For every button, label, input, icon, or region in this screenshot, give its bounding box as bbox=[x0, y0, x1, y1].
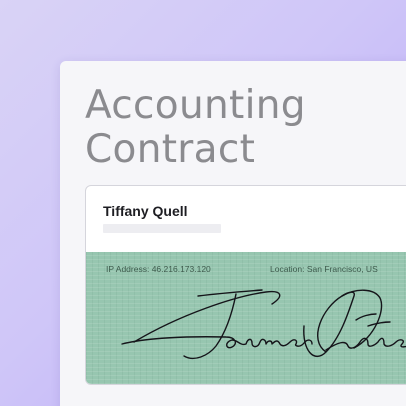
ip-address-value: 46.216.173.120 bbox=[151, 264, 211, 274]
signer-detail-placeholder bbox=[103, 224, 221, 233]
ip-address-line: IP Address: 46.216.173.120 bbox=[106, 264, 211, 274]
location-line: Location: San Francisco, US bbox=[270, 264, 378, 274]
location-label: Location: bbox=[270, 264, 305, 274]
document-title: Accounting Contract bbox=[85, 84, 306, 172]
signature-card: Tiffany Quell IP Address: 46.216.173.120… bbox=[85, 185, 406, 385]
location-value: San Francisco, US bbox=[306, 264, 378, 274]
signer-name: Tiffany Quell bbox=[103, 203, 188, 219]
document-title-line-2: Contract bbox=[85, 127, 256, 172]
signature-panel: IP Address: 46.216.173.120 Location: San… bbox=[86, 252, 406, 384]
document-title-line-1: Accounting bbox=[85, 83, 306, 128]
ip-address-label: IP Address: bbox=[106, 264, 150, 274]
handwritten-signature-icon bbox=[121, 289, 406, 360]
